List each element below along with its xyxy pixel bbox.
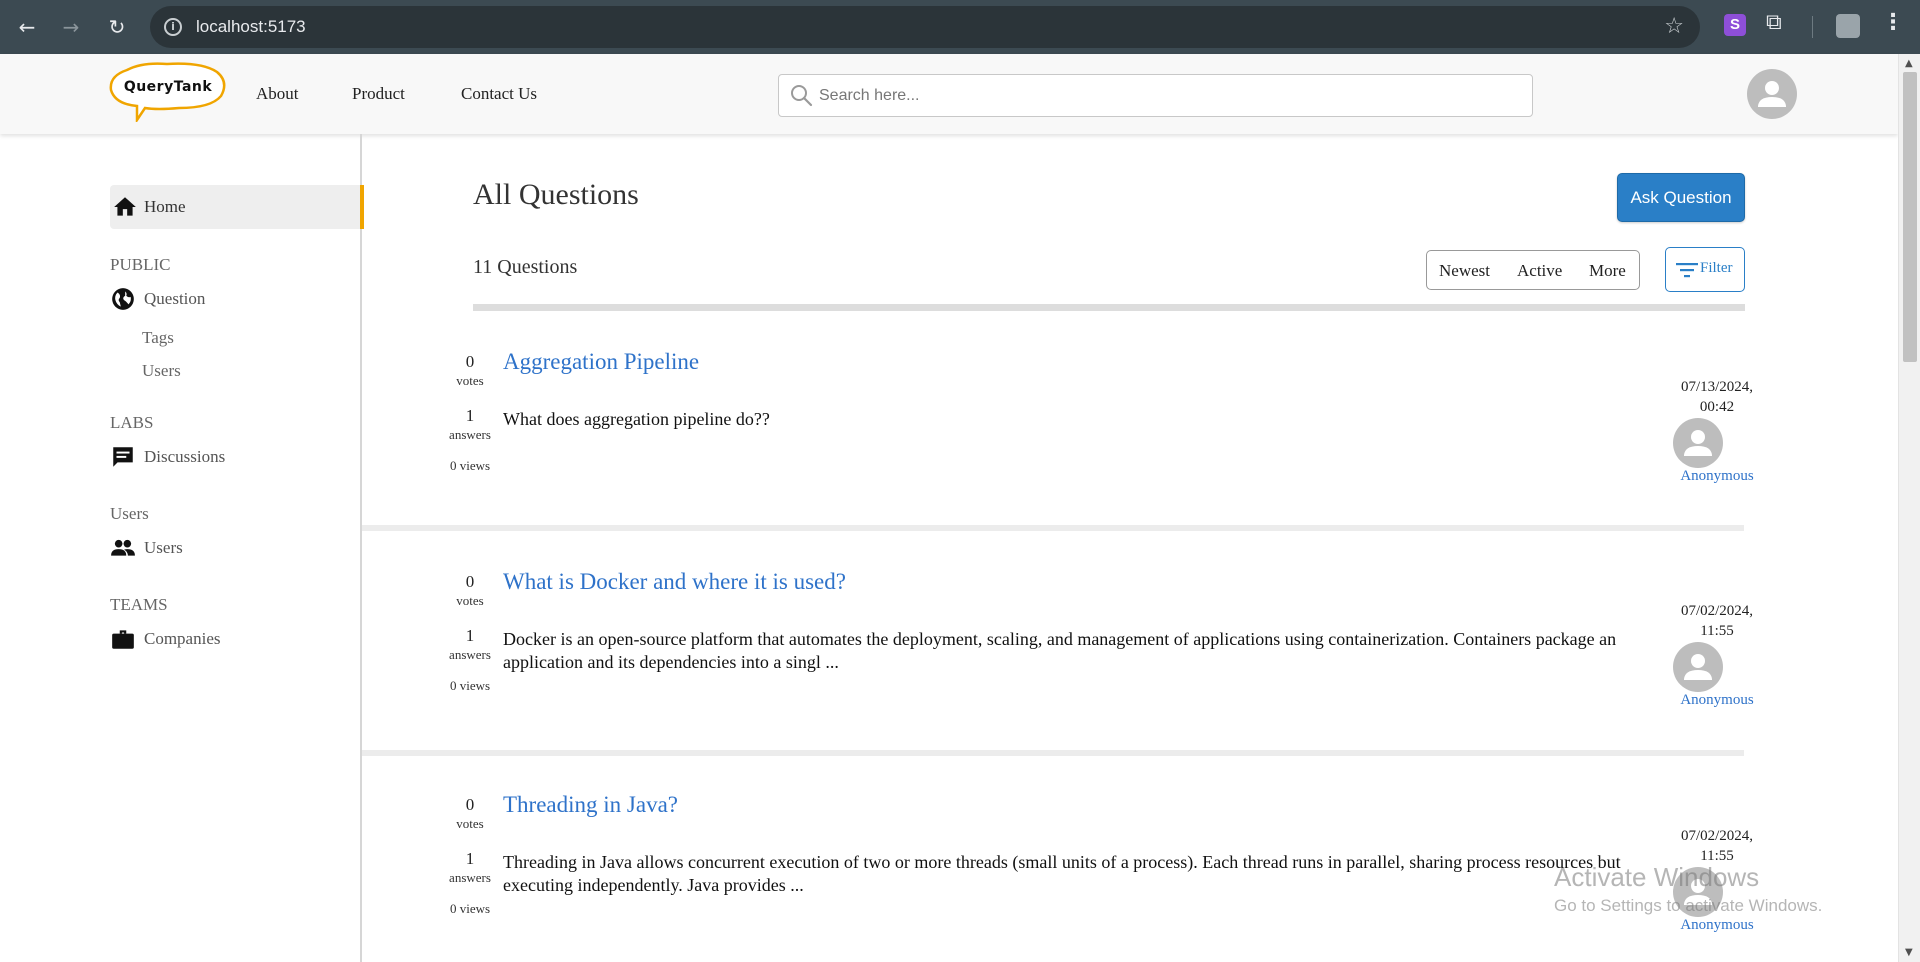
question-card: 0 votes 1 answers 0 views Threading in J…: [362, 761, 1754, 962]
sidebar-section-teams: TEAMS: [110, 595, 168, 614]
sort-button-group: Newest Active More: [1426, 250, 1640, 290]
question-card: 0 votes 1 answers 0 views Aggregation Pi…: [362, 311, 1754, 531]
question-excerpt: What does aggregation pipeline do??: [503, 409, 770, 429]
sidebar-item-home[interactable]: Home: [110, 185, 364, 229]
view-count: 0 views: [449, 901, 491, 916]
answers-label: answers: [449, 870, 491, 885]
extension-s-icon[interactable]: S: [1724, 14, 1746, 36]
forward-arrow-icon[interactable]: →: [56, 12, 86, 42]
nav-about-link[interactable]: About: [256, 84, 299, 104]
browser-menu-icon[interactable]: ⋮: [1882, 10, 1904, 35]
bookmark-star-icon[interactable]: ☆: [1664, 14, 1684, 39]
question-title-link[interactable]: Aggregation Pipeline: [503, 349, 699, 375]
question-title-link[interactable]: Threading in Java?: [503, 792, 678, 818]
vote-count: 0: [465, 352, 475, 371]
activate-windows-watermark: Activate Windows: [1554, 862, 1760, 892]
sidebar-section-labs: LABS: [110, 413, 154, 432]
filter-icon: [1676, 263, 1698, 278]
filter-button[interactable]: Filter: [1665, 247, 1745, 292]
scroll-up-arrow-icon[interactable]: ▲: [1905, 58, 1913, 69]
address-bar[interactable]: i localhost:5173 ☆: [150, 6, 1700, 48]
header-divider: [473, 304, 1745, 311]
search-icon: [791, 85, 813, 107]
question-time: 11:55: [1700, 623, 1734, 639]
user-person-icon: [1684, 654, 1712, 680]
answer-count: 1: [465, 849, 475, 868]
scrollbar-thumb[interactable]: [1903, 72, 1917, 362]
vote-count: 0: [465, 572, 475, 591]
sidebar-section-public: PUBLIC: [110, 255, 171, 274]
question-excerpt: Docker is an open-source platform that a…: [503, 629, 1617, 672]
toolbar-divider: [1812, 16, 1813, 38]
sidebar-item-users-sub[interactable]: Users: [142, 361, 181, 381]
browser-toolbar: ← → ↻ i localhost:5173 ☆ S ⧉ ⋮: [0, 0, 1920, 54]
sidebar-item-label: Users: [144, 538, 183, 557]
app-header: QueryTank About Product Contact Us: [0, 54, 1898, 134]
reload-icon[interactable]: ↻: [102, 12, 132, 42]
question-date: 07/13/2024,: [1680, 379, 1754, 395]
votes-label: votes: [456, 373, 484, 388]
sort-newest-button[interactable]: Newest: [1439, 261, 1490, 281]
question-card: 0 votes 1 answers 0 views What is Docker…: [362, 536, 1754, 756]
author-avatar[interactable]: [1673, 418, 1723, 468]
sidebar-item-tags[interactable]: Tags: [142, 328, 174, 348]
author-name-link[interactable]: Anonymous: [1662, 692, 1772, 709]
author-name-link[interactable]: Anonymous: [1662, 468, 1772, 485]
answer-count: 1: [465, 626, 475, 645]
filter-label: Filter: [1700, 260, 1733, 276]
browser-profile-avatar[interactable]: [1836, 14, 1860, 38]
address-url[interactable]: localhost:5173: [196, 17, 306, 37]
sort-more-button[interactable]: More: [1589, 261, 1626, 281]
user-avatar[interactable]: [1747, 69, 1797, 119]
home-icon: [114, 197, 136, 216]
question-date: 07/02/2024,: [1680, 603, 1754, 619]
nav-contact-link[interactable]: Contact Us: [461, 84, 537, 104]
question-time: 00:42: [1699, 399, 1735, 415]
answers-label: answers: [449, 647, 491, 662]
view-count: 0 views: [449, 678, 491, 693]
ask-question-button[interactable]: Ask Question: [1617, 173, 1745, 222]
vote-count: 0: [465, 795, 475, 814]
left-sidebar: Home PUBLIC Question Tags Users LABS Dis…: [0, 134, 364, 962]
question-count: 11 Questions: [473, 256, 578, 278]
querytank-logo[interactable]: QueryTank: [107, 60, 229, 125]
user-person-icon: [1758, 81, 1786, 107]
chat-icon: [113, 447, 133, 467]
sidebar-section-users: Users: [110, 504, 149, 523]
answer-count: 1: [465, 406, 475, 425]
site-info-icon[interactable]: i: [164, 18, 182, 36]
question-excerpt: Threading in Java allows concurrent exec…: [503, 852, 1621, 895]
sidebar-item-label: Discussions: [144, 447, 226, 466]
question-title-link[interactable]: What is Docker and where it is used?: [503, 569, 846, 595]
nav-product-link[interactable]: Product: [352, 84, 405, 104]
sidebar-item-label: Home: [144, 197, 186, 216]
view-count: 0 views: [449, 458, 491, 473]
sidebar-item-label: Question: [144, 289, 206, 308]
votes-label: votes: [456, 816, 484, 831]
logo-text: QueryTank: [123, 79, 213, 95]
search-box: [778, 74, 1533, 117]
scroll-down-arrow-icon[interactable]: ▼: [1905, 947, 1913, 958]
question-date: 07/02/2024,: [1680, 828, 1754, 844]
page-title: All Questions: [473, 178, 639, 211]
briefcase-icon: [112, 630, 134, 649]
author-avatar[interactable]: [1673, 642, 1723, 692]
back-arrow-icon[interactable]: ←: [12, 12, 42, 42]
answers-label: answers: [449, 427, 491, 442]
group-icon: [111, 539, 135, 556]
sort-active-button[interactable]: Active: [1517, 261, 1562, 281]
search-input[interactable]: [819, 83, 1519, 109]
user-person-icon: [1684, 430, 1712, 456]
globe-icon: [112, 288, 134, 310]
votes-label: votes: [456, 593, 484, 608]
sidebar-item-label: Companies: [144, 629, 221, 648]
author-name-link[interactable]: Anonymous: [1662, 917, 1772, 934]
extensions-puzzle-icon[interactable]: ⧉: [1766, 10, 1782, 35]
page-scrollbar[interactable]: ▲ ▼: [1898, 54, 1920, 962]
activate-windows-subtitle: Go to Settings to activate Windows.: [1554, 896, 1823, 915]
